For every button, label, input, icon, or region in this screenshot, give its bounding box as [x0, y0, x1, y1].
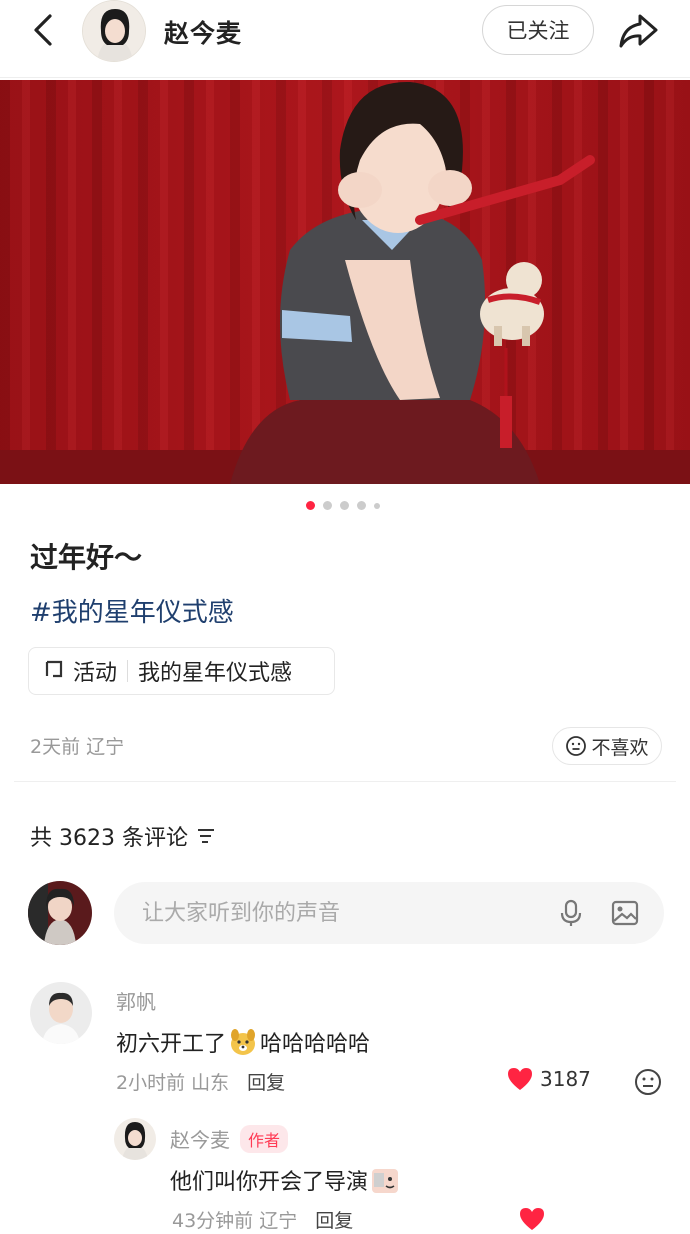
- reply-author-avatar[interactable]: [114, 1118, 156, 1160]
- activity-icon: [43, 658, 65, 685]
- post-image[interactable]: [0, 80, 690, 484]
- post-meta: 2天前 辽宁: [30, 736, 125, 758]
- reply-meta: 43分钟前 辽宁 回复: [172, 1206, 353, 1233]
- dislike-button[interactable]: 不喜欢: [552, 727, 662, 765]
- sort-icon[interactable]: [196, 827, 216, 845]
- reply-heart-icon[interactable]: [518, 1206, 546, 1232]
- like-count: 3187: [540, 1067, 591, 1091]
- neutral-face-icon: [566, 736, 587, 756]
- comment-input-box[interactable]: [114, 882, 664, 944]
- comment-text-part: 初六开工了: [116, 1032, 227, 1057]
- current-user-avatar[interactable]: [28, 881, 92, 945]
- dislike-face-icon[interactable]: [634, 1068, 662, 1096]
- comment-count-text: 共 3623 条评论: [30, 826, 188, 851]
- carousel-dot: [323, 501, 332, 510]
- comment-text: 初六开工了 哈哈哈哈哈: [116, 1026, 370, 1058]
- comment-meta: 2小时前 山东 回复: [116, 1068, 285, 1095]
- comment-count[interactable]: 共 3623 条评论: [30, 820, 216, 852]
- activity-label: 活动: [73, 661, 118, 686]
- top-bar: 赵今麦 已关注: [0, 0, 690, 78]
- image-icon[interactable]: [610, 898, 640, 928]
- carousel-dot: [357, 501, 366, 510]
- share-icon[interactable]: [616, 8, 660, 52]
- carousel-indicator: [306, 501, 380, 510]
- reply-author-name[interactable]: 赵今麦: [170, 1124, 230, 1153]
- reply-reply-button[interactable]: 回复: [315, 1206, 353, 1233]
- author-name[interactable]: 赵今麦: [164, 14, 242, 50]
- comment-time-location: 2小时前 山东: [116, 1072, 230, 1094]
- reply-author: 赵今麦 作者: [170, 1124, 289, 1153]
- back-arrow-icon[interactable]: [24, 10, 64, 50]
- author-avatar[interactable]: [82, 0, 146, 62]
- reply-time-location: 43分钟前 辽宁: [172, 1210, 298, 1232]
- microphone-icon[interactable]: [556, 898, 586, 928]
- post-title: 过年好～: [30, 541, 143, 574]
- commenter-avatar[interactable]: [30, 982, 92, 1044]
- dog-emoji-icon: [231, 1029, 256, 1055]
- comment-input[interactable]: [142, 896, 542, 930]
- sticker-emoji-icon: [372, 1169, 399, 1193]
- activity-tag[interactable]: 活动 我的星年仪式感: [28, 647, 335, 695]
- commenter-name[interactable]: 郭帆: [116, 986, 156, 1015]
- author-badge: 作者: [240, 1124, 289, 1153]
- comment-text-part: 哈哈哈哈哈: [260, 1032, 371, 1057]
- activity-separator: [127, 660, 129, 682]
- post-hashtag[interactable]: #我的星年仪式感: [30, 592, 234, 629]
- carousel-dot-active: [306, 501, 315, 510]
- carousel-dot: [340, 501, 349, 510]
- like-button[interactable]: 3187: [506, 1066, 591, 1092]
- follow-button[interactable]: 已关注: [482, 5, 594, 55]
- dislike-label: 不喜欢: [591, 736, 649, 759]
- section-divider: [14, 781, 676, 782]
- reply-text: 他们叫你开会了导演: [170, 1164, 402, 1196]
- reply-button[interactable]: 回复: [247, 1068, 285, 1095]
- reply-text-content: 他们叫你开会了导演: [170, 1170, 369, 1195]
- carousel-dot: [374, 502, 380, 509]
- activity-name: 我的星年仪式感: [138, 661, 293, 686]
- heart-icon: [508, 1068, 532, 1090]
